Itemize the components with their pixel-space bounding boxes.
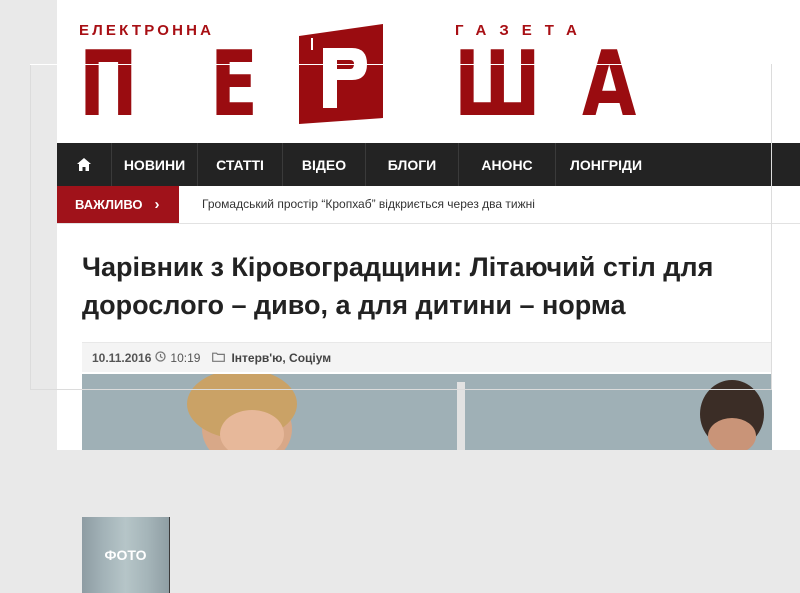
article-categories[interactable]: Інтерв'ю, Соціум <box>231 351 331 365</box>
article-date: 10.11.2016 <box>92 350 152 365</box>
nav-home[interactable] <box>57 143 112 186</box>
nav-item-articles[interactable]: СТАТТІ <box>198 143 283 186</box>
article-photo-image <box>82 374 772 450</box>
breaking-ticker: ВАЖЛИВО › Громадський простір “Кропхаб” … <box>57 186 800 224</box>
ticker-label-text: ВАЖЛИВО <box>75 197 143 212</box>
nav-item-news[interactable]: НОВИНИ <box>112 143 198 186</box>
frame-line-top <box>30 64 772 65</box>
article-meta: 10.11.2016 10:19 Інтерв'ю, Соціум <box>82 342 772 372</box>
chevron-right-icon: › <box>154 196 160 213</box>
nav-item-video[interactable]: ВІДЕО <box>283 143 366 186</box>
frame-line-bottom <box>30 389 772 390</box>
article-time: 10:19 <box>170 350 201 365</box>
logo-letter-p: П <box>79 32 138 137</box>
ticker-headline-link[interactable]: Громадський простір “Кропхаб” відкриєтьс… <box>202 197 535 211</box>
article-title: Чарівник з Кіровоградщини: Літаючий стіл… <box>82 252 714 320</box>
home-icon <box>77 158 91 171</box>
nav-item-photo[interactable]: ФОТО <box>82 517 170 593</box>
frame-line-right <box>771 64 772 390</box>
logo-letter-a: А <box>582 32 637 137</box>
folder-icon <box>212 351 226 365</box>
ticker-label: ВАЖЛИВО › <box>57 186 179 223</box>
page: ЕЛЕКТРОННА ГАЗЕТА П Е Ш А НОВИНИ СТАТТІ … <box>57 0 800 593</box>
logo-letter-ye: Е <box>210 32 258 137</box>
logo-r-icon <box>299 24 383 124</box>
frame-line-left <box>30 64 31 390</box>
masthead: ЕЛЕКТРОННА ГАЗЕТА П Е Ш А <box>57 0 800 143</box>
clock-icon <box>155 350 167 365</box>
article-photo[interactable] <box>82 374 772 450</box>
nav-item-blogs[interactable]: БЛОГИ <box>366 143 459 186</box>
nav-item-announce[interactable]: АНОНС <box>459 143 556 186</box>
logo-r-block[interactable] <box>297 22 387 124</box>
main-nav: НОВИНИ СТАТТІ ФОТО ВІДЕО БЛОГИ АНОНС ЛОН… <box>57 143 800 593</box>
nav-item-longreads[interactable]: ЛОНГРІДИ <box>556 143 800 186</box>
logo-letter-sh: Ш <box>454 32 541 137</box>
